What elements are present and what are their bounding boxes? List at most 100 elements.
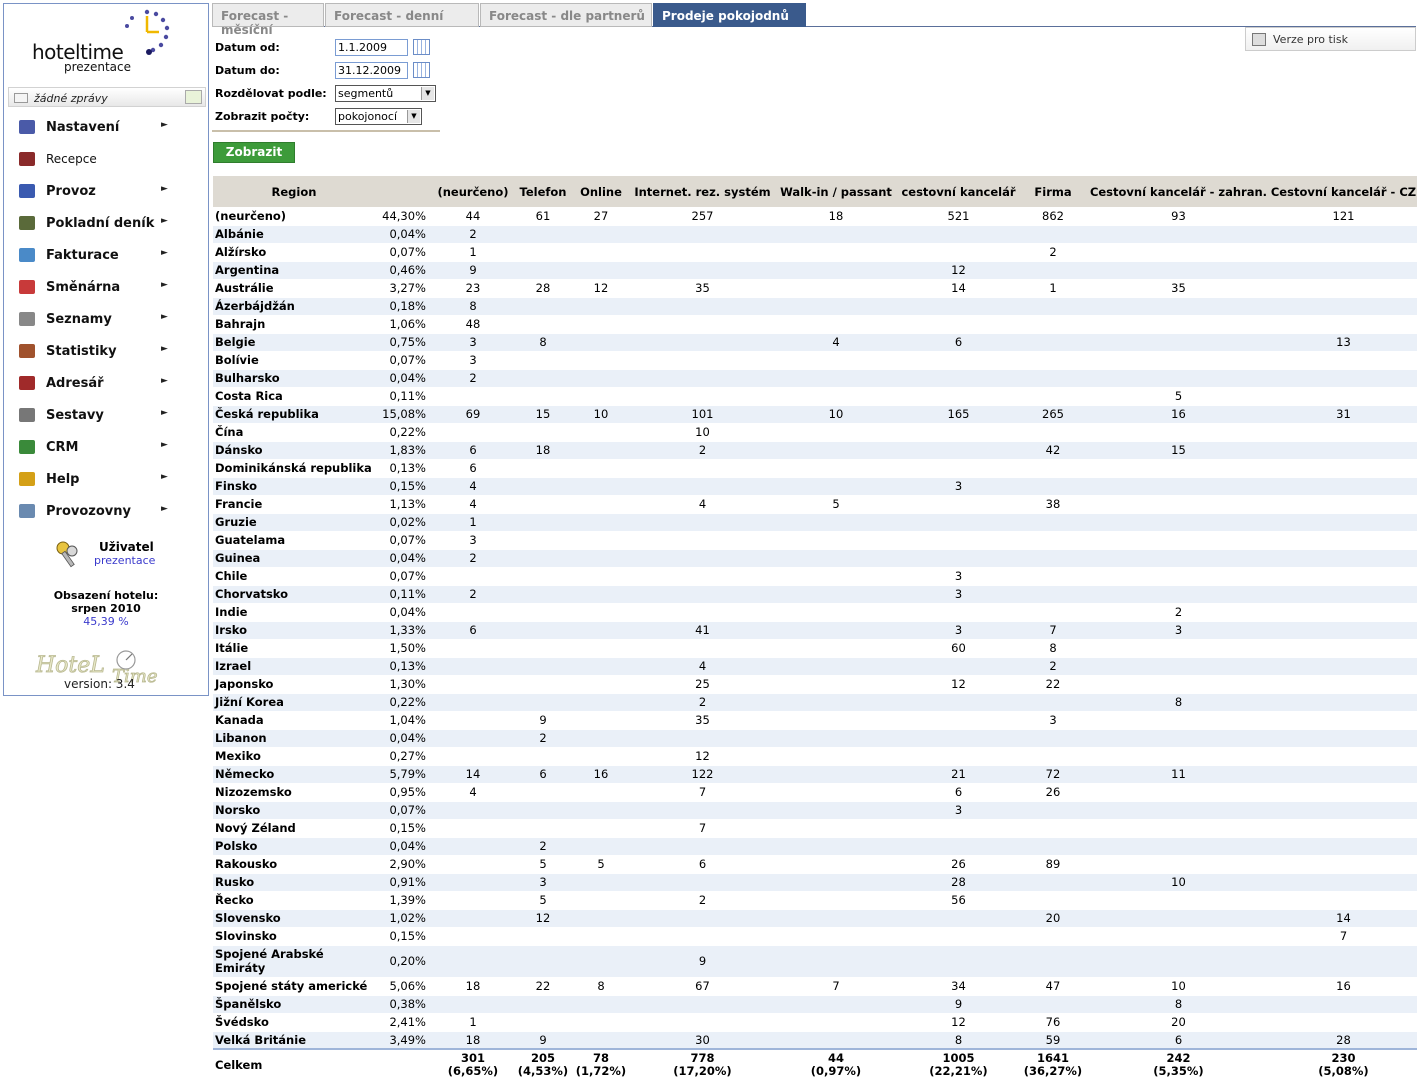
- tab-2[interactable]: Forecast - dle partnerů: [480, 3, 652, 27]
- value-cell: [1270, 585, 1417, 604]
- menu-item-9[interactable]: Sestavy ►: [4, 399, 208, 431]
- menu-item-11[interactable]: Help ►: [4, 463, 208, 495]
- value-cell: [1087, 927, 1270, 946]
- value-cell: [515, 477, 571, 496]
- value-cell: [1270, 387, 1417, 406]
- value-cell: 12: [898, 261, 1019, 280]
- table-row: Rakousko 2,90% 5 5 6 26 89: [213, 855, 1417, 874]
- value-cell: 6: [1087, 1031, 1270, 1050]
- region-cell: Guatelama: [213, 531, 375, 550]
- value-cell: 12: [898, 675, 1019, 694]
- column-header[interactable]: Internet. rez. systém: [631, 176, 774, 207]
- value-cell: 3: [431, 351, 515, 370]
- menu-item-2[interactable]: Provoz ►: [4, 175, 208, 207]
- column-header[interactable]: Cestovní kancelář - zahran.: [1087, 176, 1270, 207]
- column-header[interactable]: Telefon: [515, 176, 571, 207]
- value-cell: 16: [1087, 405, 1270, 424]
- value-cell: [515, 657, 571, 676]
- calendar-icon[interactable]: [413, 62, 430, 78]
- region-cell: Rusko: [213, 873, 375, 892]
- value-cell: [898, 945, 1019, 978]
- value-cell: [515, 783, 571, 802]
- tab-1[interactable]: Forecast - denní: [325, 3, 479, 27]
- menu-item-0[interactable]: Nastavení ►: [4, 111, 208, 143]
- date-from-input[interactable]: [335, 39, 408, 56]
- compose-message-icon[interactable]: [185, 90, 202, 104]
- menu-item-4[interactable]: Fakturace ►: [4, 239, 208, 271]
- value-cell: 5: [571, 855, 631, 874]
- menu-item-6[interactable]: Seznamy ►: [4, 303, 208, 335]
- menu-item-5[interactable]: Směnárna ►: [4, 271, 208, 303]
- column-header[interactable]: Firma: [1019, 176, 1087, 207]
- date-to-input[interactable]: [335, 62, 408, 79]
- region-cell: Indie: [213, 603, 375, 622]
- print-version-button[interactable]: Verze pro tisk: [1245, 27, 1416, 51]
- value-cell: [1270, 657, 1417, 676]
- show-counts-select[interactable]: pokojonocí ▼: [335, 108, 422, 125]
- region-cell: Španělsko: [213, 995, 375, 1014]
- value-cell: [571, 801, 631, 820]
- value-cell: [1019, 297, 1087, 316]
- region-cell: Bahrajn: [213, 315, 375, 334]
- table-header-row: Region (neurčeno) Telefon Online Internet. r…: [213, 176, 1417, 207]
- tab-0[interactable]: Forecast - měsíční: [212, 3, 324, 37]
- value-cell: [431, 855, 515, 874]
- value-cell: [1270, 513, 1417, 532]
- menu-item-8[interactable]: Adresář ►: [4, 367, 208, 399]
- value-cell: [1270, 1013, 1417, 1032]
- menu-item-12[interactable]: Provozovny ►: [4, 495, 208, 527]
- sales-table: Region (neurčeno) Telefon Online Internet. r…: [213, 176, 1417, 1082]
- hoteltime-logo[interactable]: hoteltime prezentace: [4, 4, 208, 86]
- value-cell: [571, 567, 631, 586]
- value-cell: [431, 747, 515, 766]
- region-cell: Nový Zéland: [213, 819, 375, 838]
- region-cell: Německo: [213, 765, 375, 784]
- value-cell: [1270, 243, 1417, 262]
- column-header[interactable]: cestovní kancelář: [898, 176, 1019, 207]
- value-cell: [515, 945, 571, 978]
- value-cell: 101: [631, 405, 774, 424]
- table-row: Jižní Korea 0,22% 2 8: [213, 693, 1417, 712]
- value-cell: [898, 387, 1019, 406]
- show-button[interactable]: Zobrazit: [213, 142, 295, 163]
- value-cell: [431, 891, 515, 910]
- value-cell: [898, 729, 1019, 748]
- user-name[interactable]: prezentace: [94, 554, 155, 567]
- filter-row-date-from: Datum od:: [212, 36, 440, 59]
- column-header[interactable]: Region: [213, 176, 375, 207]
- column-header[interactable]: Walk-in / passant: [774, 176, 898, 207]
- value-cell: [898, 603, 1019, 622]
- messages-bar[interactable]: žádné zprávy: [8, 87, 206, 107]
- table-row: Nový Zéland 0,15% 7: [213, 819, 1417, 838]
- value-cell: [898, 657, 1019, 676]
- tab-3[interactable]: Prodeje pokojodnů: [653, 3, 806, 27]
- value-cell: [1087, 801, 1270, 820]
- column-header[interactable]: [375, 176, 431, 207]
- value-cell: 20: [1019, 909, 1087, 928]
- region-cell: Finsko: [213, 477, 375, 496]
- value-cell: 7: [631, 819, 774, 838]
- value-cell: [571, 423, 631, 442]
- value-cell: 21: [898, 765, 1019, 784]
- menu-item-1[interactable]: Recepce: [4, 143, 208, 175]
- value-cell: [515, 585, 571, 604]
- value-cell: [774, 657, 898, 676]
- column-header[interactable]: (neurčeno): [431, 176, 515, 207]
- region-cell: Izrael: [213, 657, 375, 676]
- calendar-icon[interactable]: [413, 39, 430, 55]
- value-cell: [571, 747, 631, 766]
- value-cell: [774, 945, 898, 978]
- split-by-select[interactable]: segmentů ▼: [335, 85, 436, 102]
- value-cell: [515, 603, 571, 622]
- value-cell: [898, 819, 1019, 838]
- menu-item-3[interactable]: Pokladní deník ►: [4, 207, 208, 239]
- column-header[interactable]: Cestovní kancelář - CZ: [1270, 176, 1417, 207]
- menu-item-7[interactable]: Statistiky ►: [4, 335, 208, 367]
- value-cell: 7: [1019, 621, 1087, 640]
- value-cell: [631, 477, 774, 496]
- table-row: Francie 1,13% 4 4 5 38: [213, 495, 1417, 514]
- menu-item-10[interactable]: CRM ►: [4, 431, 208, 463]
- column-header[interactable]: Online: [571, 176, 631, 207]
- value-cell: [898, 225, 1019, 244]
- region-cell: Ázerbájdžán: [213, 297, 375, 316]
